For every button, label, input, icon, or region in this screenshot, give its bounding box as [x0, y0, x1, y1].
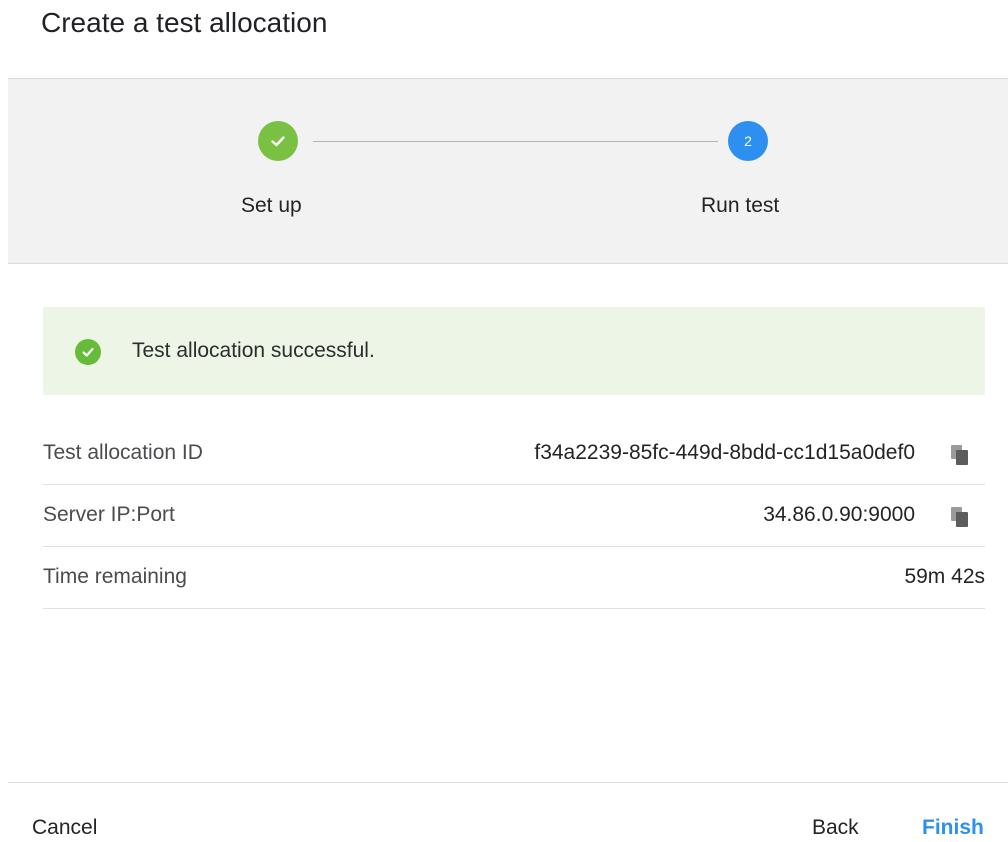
stepper: Set up 2 Run test: [8, 78, 1008, 264]
detail-row-allocation-id: Test allocation ID f34a2239-85fc-449d-8b…: [43, 423, 985, 485]
detail-row-server-ip-port: Server IP:Port 34.86.0.90:9000: [43, 485, 985, 547]
copy-icon[interactable]: [949, 443, 971, 467]
cancel-button[interactable]: Cancel: [32, 816, 97, 840]
step-1-indicator: [258, 121, 298, 161]
finish-button[interactable]: Finish: [922, 816, 984, 840]
detail-value-time-remaining: 59m 42s: [904, 565, 985, 588]
copy-icon[interactable]: [949, 505, 971, 529]
detail-label: Time remaining: [43, 565, 187, 588]
back-button[interactable]: Back: [812, 816, 859, 840]
step-2-indicator: 2: [728, 121, 768, 161]
success-alert: Test allocation successful.: [43, 307, 985, 395]
dialog-title: Create a test allocation: [41, 7, 328, 38]
detail-label: Test allocation ID: [43, 441, 203, 464]
check-circle-icon: [75, 339, 101, 365]
allocation-details: Test allocation ID f34a2239-85fc-449d-8b…: [43, 423, 985, 609]
detail-value-allocation-id: f34a2239-85fc-449d-8bdd-cc1d15a0def0: [534, 441, 915, 464]
check-icon: [271, 136, 285, 147]
detail-label: Server IP:Port: [43, 503, 175, 526]
step-1-label: Set up: [241, 194, 302, 217]
detail-row-time-remaining: Time remaining 59m 42s: [43, 547, 985, 609]
footer-divider: [8, 782, 1008, 783]
stepper-connector: [313, 141, 718, 142]
step-2-label: Run test: [701, 194, 780, 217]
detail-value-server-ip-port: 34.86.0.90:9000: [763, 503, 915, 526]
create-test-allocation-dialog: Create a test allocation Set up 2 Run te…: [0, 0, 1008, 842]
alert-message: Test allocation successful.: [132, 339, 375, 362]
step-2-number: 2: [744, 133, 752, 149]
